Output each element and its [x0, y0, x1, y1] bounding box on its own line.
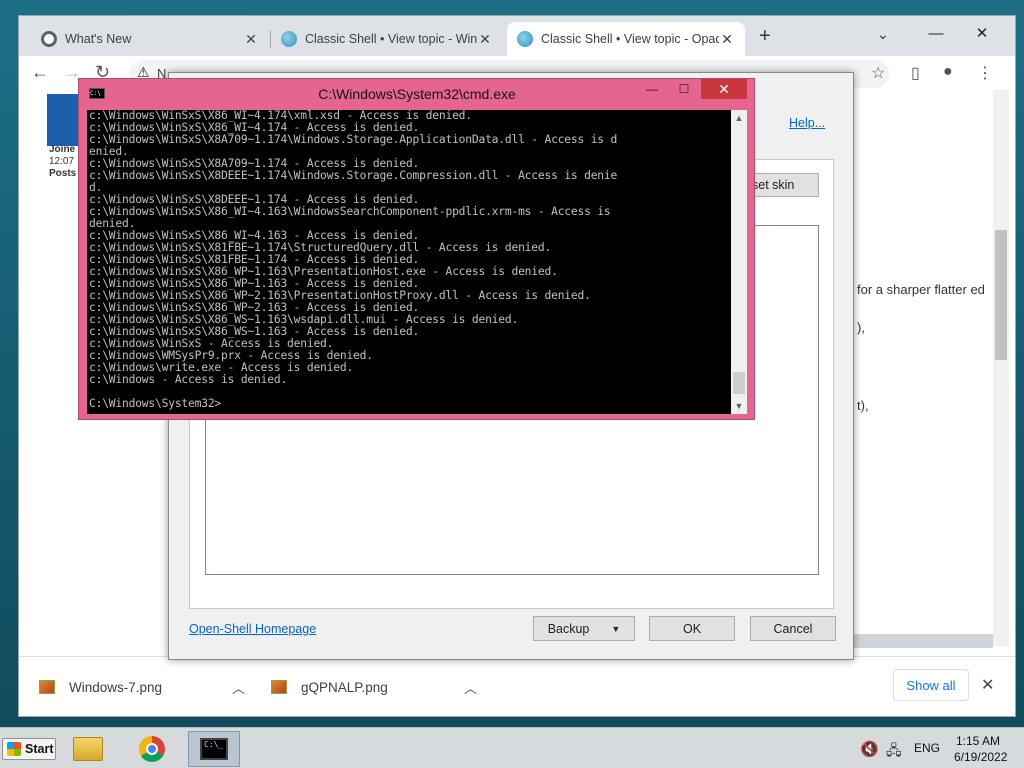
- globe-icon: [517, 31, 533, 47]
- console-line: c:\Windows\WinSxS\X86_WP~1.163\Presentat…: [89, 266, 558, 278]
- download-filename: Windows-7.png: [69, 679, 163, 695]
- console-line: c:\Windows\WinSxS\X8A709~1.174 - Access …: [89, 158, 420, 170]
- console-line: c:\Windows\WinSxS\X81FBE~1.174\Structure…: [89, 242, 552, 254]
- post-text: ),: [857, 320, 865, 335]
- network-icon[interactable]: 🖧: [886, 740, 902, 764]
- console-line: c:\Windows\WinSxS\X86_WI~4.163\WindowsSe…: [89, 206, 611, 218]
- post-text: for a sharper flatter ed: [857, 282, 985, 297]
- close-icon[interactable]: ✕: [981, 675, 994, 695]
- minimize-icon[interactable]: —: [637, 79, 667, 99]
- folder-icon: [73, 737, 103, 761]
- tab-classic-shell-opaq[interactable]: Classic Shell • View topic - Opaq ✕: [507, 22, 745, 56]
- side-panel-icon[interactable]: ▯: [911, 63, 920, 83]
- language-indicator[interactable]: ENG: [914, 741, 940, 755]
- post-count-label: Posts: [49, 168, 77, 179]
- console-line: c:\Windows\WMSysPr9.prx - Access is deni…: [89, 350, 373, 362]
- console-output[interactable]: c:\Windows\WinSxS\X86_WI~4.174\xml.xsd -…: [87, 110, 731, 414]
- new-tab-button[interactable]: +: [759, 25, 771, 48]
- console-line: C:\Windows\System32>: [89, 398, 222, 410]
- console-line: d.: [89, 182, 103, 194]
- download-filename: gQPNALP.png: [301, 679, 388, 695]
- post-joined-label: Joine: [49, 144, 76, 155]
- tab-title: What's New: [65, 32, 132, 46]
- cancel-button[interactable]: Cancel: [750, 616, 836, 641]
- windows-logo-icon: [7, 742, 21, 756]
- scroll-up-icon[interactable]: ▲: [731, 110, 747, 126]
- tab-classic-shell-windo[interactable]: Classic Shell • View topic - Windo ✕: [271, 22, 503, 56]
- console-line: enied.: [89, 146, 129, 158]
- show-all-button[interactable]: Show all: [893, 669, 969, 701]
- taskbar-explorer[interactable]: [62, 731, 114, 767]
- chevron-up-icon[interactable]: ︿: [464, 678, 477, 697]
- globe-icon: [281, 31, 297, 47]
- homepage-link[interactable]: Open-Shell Homepage: [189, 622, 316, 636]
- cmd-window: C:\ C:\Windows\System32\cmd.exe — ☐ ✕ c:…: [78, 78, 755, 420]
- download-item[interactable]: Windows-7.png ︿: [39, 671, 245, 703]
- console-line: c:\Windows\WinSxS - Access is denied.: [89, 338, 334, 350]
- minimize-icon[interactable]: —: [913, 16, 959, 50]
- cmd-title-bar[interactable]: C:\ C:\Windows\System32\cmd.exe — ☐ ✕: [79, 79, 755, 105]
- console-line: c:\Windows\WinSxS\X81FBE~1.174 - Access …: [89, 254, 420, 266]
- console-line: c:\Windows - Access is denied.: [89, 374, 288, 386]
- console-line: c:\Windows\write.exe - Access is denied.: [89, 362, 354, 374]
- chrome-icon: [139, 736, 165, 762]
- console-line: c:\Windows\WinSxS\X86_WP~1.163 - Access …: [89, 278, 420, 290]
- taskbar: Start C:\_ 🔇 🖧 ENG 1:15 AM 6/19/2022: [0, 727, 1024, 768]
- speaker-muted-icon[interactable]: 🔇: [860, 740, 879, 758]
- chrome-icon: [41, 31, 57, 47]
- page-scrollbar[interactable]: [993, 90, 1009, 646]
- backup-button[interactable]: Backup ▼: [533, 616, 635, 641]
- image-file-icon: [271, 680, 287, 694]
- console-line: c:\Windows\WinSxS\X8A709~1.174\Windows.S…: [89, 134, 618, 146]
- close-icon[interactable]: ✕: [719, 31, 735, 48]
- console-line: c:\Windows\WinSxS\X86_WI~4.163 - Access …: [89, 230, 420, 242]
- download-item[interactable]: gQPNALP.png ︿: [271, 671, 477, 703]
- tab-title: Classic Shell • View topic - Windo: [305, 32, 477, 46]
- console-line: c:\Windows\WinSxS\X86_WS~1.163 - Access …: [89, 326, 420, 338]
- menu-dots-icon[interactable]: ⋮: [977, 63, 993, 83]
- scrollbar-thumb[interactable]: [995, 230, 1007, 360]
- download-shelf: Windows-7.png ︿ gQPNALP.png ︿ Show all ✕: [19, 656, 1015, 716]
- bookmark-star-icon[interactable]: ☆: [871, 63, 885, 83]
- profile-avatar-icon[interactable]: ●: [943, 63, 953, 81]
- cmd-icon: C:\_: [200, 738, 228, 760]
- tab-strip: What's New ✕ Classic Shell • View topic …: [19, 16, 1015, 56]
- close-icon[interactable]: ✕: [959, 16, 1005, 50]
- maximize-icon[interactable]: ☐: [669, 79, 699, 99]
- back-icon[interactable]: ←: [31, 62, 49, 83]
- console-line: denied.: [89, 218, 136, 230]
- taskbar-cmd[interactable]: C:\_: [188, 731, 240, 767]
- post-time: 12:07: [49, 156, 75, 167]
- image-file-icon: [39, 680, 55, 694]
- scroll-down-icon[interactable]: ▼: [731, 398, 747, 414]
- console-line: c:\Windows\WinSxS\X8DEEE~1.174 - Access …: [89, 194, 420, 206]
- dropdown-arrow-icon: ▼: [611, 623, 621, 634]
- close-icon[interactable]: ✕: [243, 31, 259, 48]
- tab-whats-new[interactable]: What's New ✕: [31, 22, 269, 56]
- scrollbar-thumb[interactable]: [733, 372, 745, 394]
- tab-title: Classic Shell • View topic - Opaq: [541, 32, 719, 46]
- tab-search-button[interactable]: ⌄: [877, 26, 889, 43]
- taskbar-chrome[interactable]: [126, 731, 178, 767]
- clock-time[interactable]: 1:15 AM: [956, 734, 1000, 748]
- console-line: c:\Windows\WinSxS\X86_WI~4.174\xml.xsd -…: [89, 110, 472, 122]
- console-lines: c:\Windows\WinSxS\X86_WI~4.174\xml.xsd -…: [89, 110, 729, 410]
- console-line: c:\Windows\WinSxS\X86_WP~2.163 - Access …: [89, 302, 420, 314]
- console-line: c:\Windows\WinSxS\X86_WP~2.163\Presentat…: [89, 290, 591, 302]
- help-link[interactable]: Help...: [789, 116, 825, 130]
- console-line: c:\Windows\WinSxS\X8DEEE~1.174\Windows.S…: [89, 170, 618, 182]
- backup-label: Backup: [547, 621, 590, 636]
- ok-button[interactable]: OK: [649, 616, 735, 641]
- start-button[interactable]: Start: [2, 738, 56, 760]
- console-line: c:\Windows\WinSxS\X86_WI~4.174 - Access …: [89, 122, 420, 134]
- console-line: c:\Windows\WinSxS\X86_WS~1.163\wsdapi.dl…: [89, 314, 519, 326]
- start-label: Start: [25, 742, 54, 756]
- post-text: t),: [857, 398, 869, 413]
- console-scrollbar[interactable]: ▲ ▼: [731, 110, 747, 414]
- chevron-up-icon[interactable]: ︿: [232, 678, 245, 697]
- clock-date[interactable]: 6/19/2022: [954, 750, 1007, 764]
- close-icon[interactable]: ✕: [477, 31, 493, 48]
- close-icon[interactable]: ✕: [701, 79, 747, 99]
